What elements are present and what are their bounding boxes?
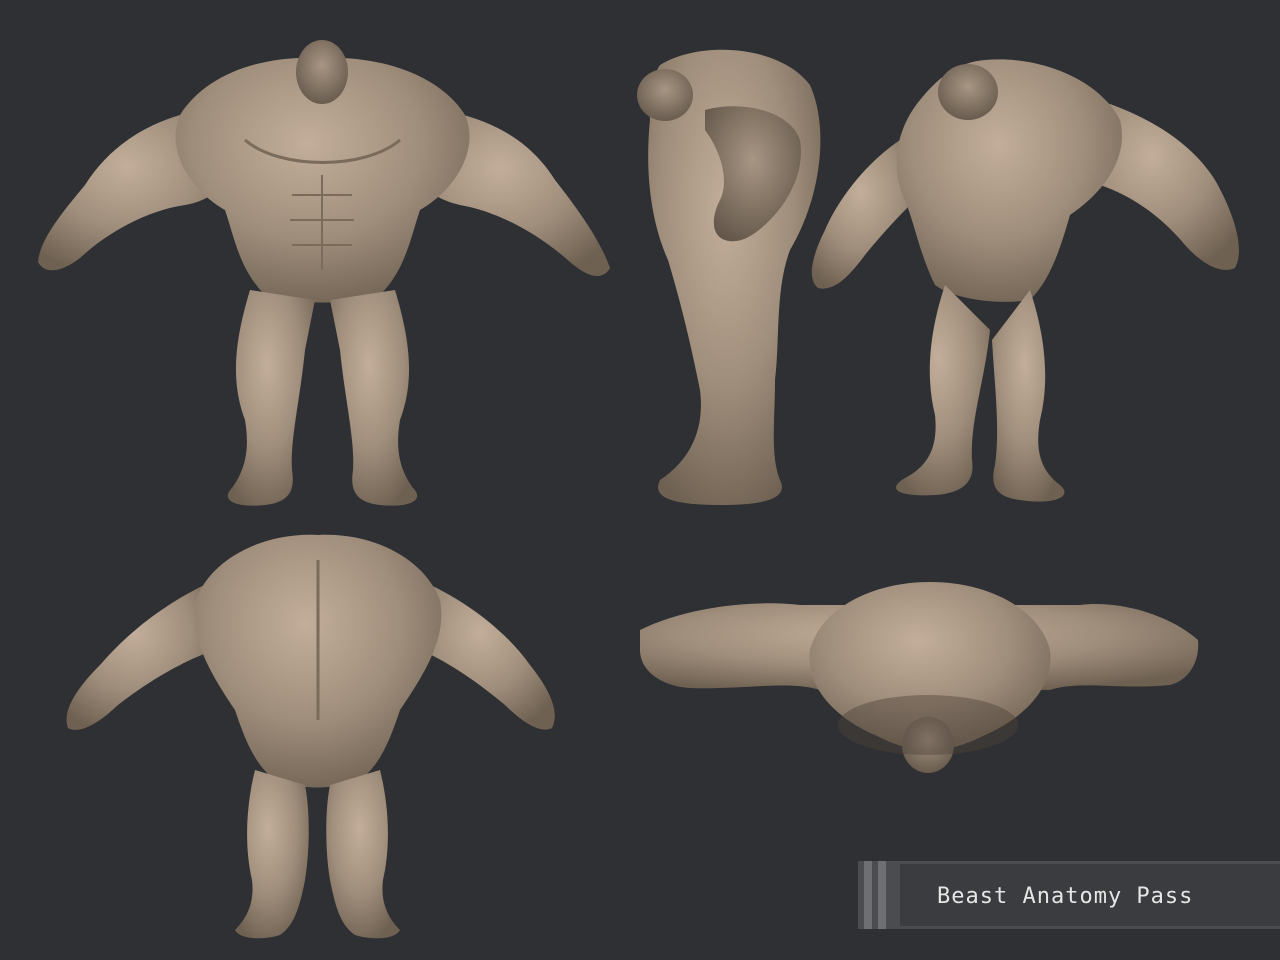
three-quarter-view	[811, 59, 1239, 502]
tq-torso	[896, 59, 1122, 302]
top-under-shadow	[838, 695, 1018, 755]
back-left-arm	[66, 580, 216, 730]
tq-head	[938, 64, 998, 120]
front-right-leg	[330, 290, 418, 506]
sculpt-canvas	[38, 40, 1239, 939]
caption-title: Beast Anatomy Pass	[937, 884, 1194, 909]
back-right-leg	[326, 770, 400, 939]
back-view	[66, 534, 555, 939]
top-view	[640, 582, 1199, 773]
front-view	[38, 40, 610, 506]
turnaround-sheet: Beast Anatomy Pass	[0, 0, 1280, 960]
caption-stripe	[878, 861, 886, 929]
front-head	[296, 40, 348, 104]
caption-stripe	[864, 861, 872, 929]
side-view	[637, 49, 821, 506]
tq-right-leg	[992, 290, 1065, 502]
side-head	[637, 69, 693, 121]
front-left-leg	[227, 290, 315, 506]
back-left-leg	[235, 770, 309, 939]
tq-left-leg	[896, 285, 990, 496]
